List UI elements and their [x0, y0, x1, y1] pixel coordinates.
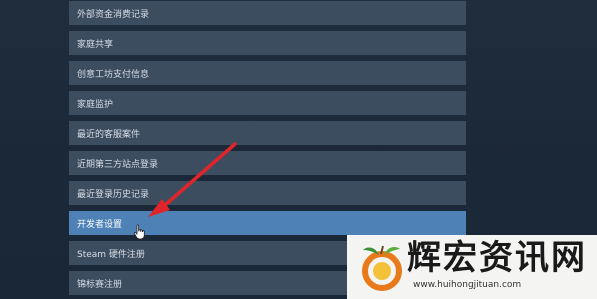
- menu-item-label: 最近登录历史记录: [77, 189, 150, 200]
- menu-item-family-view[interactable]: 家庭监护: [69, 91, 466, 115]
- menu-item-third-party-logins[interactable]: 近期第三方站点登录: [69, 151, 466, 175]
- watermark-url: www.huihongjituan.com: [413, 280, 522, 290]
- watermark-title: 辉宏资讯网: [407, 238, 587, 278]
- menu-item-label: 外部资金消费记录: [77, 9, 150, 20]
- menu-item-label: 最近的客服案件: [77, 129, 141, 140]
- menu-item-label: 创意工坊支付信息: [77, 69, 150, 80]
- menu-item-label: 开发者设置: [77, 219, 123, 230]
- menu-item-label: Steam 硬件注册: [77, 249, 145, 260]
- menu-item-developer-settings[interactable]: 开发者设置: [69, 211, 466, 235]
- menu-item-label: 家庭监护: [77, 99, 114, 110]
- menu-item-workshop-payment-info[interactable]: 创意工坊支付信息: [69, 61, 466, 85]
- menu-item-external-funds-history[interactable]: 外部资金消费记录: [69, 1, 466, 25]
- menu-item-recent-support-cases[interactable]: 最近的客服案件: [69, 121, 466, 145]
- menu-item-label: 家庭共享: [77, 39, 114, 50]
- menu-item-family-sharing[interactable]: 家庭共享: [69, 31, 466, 55]
- site-watermark: 辉宏资讯网 www.huihongjituan.com: [347, 235, 597, 299]
- menu-item-label: 锦标赛注册: [77, 279, 123, 290]
- orange-logo-icon: [362, 245, 402, 291]
- menu-item-login-history[interactable]: 最近登录历史记录: [69, 181, 466, 205]
- hand-cursor-icon: [133, 224, 145, 240]
- menu-item-label: 近期第三方站点登录: [77, 159, 159, 170]
